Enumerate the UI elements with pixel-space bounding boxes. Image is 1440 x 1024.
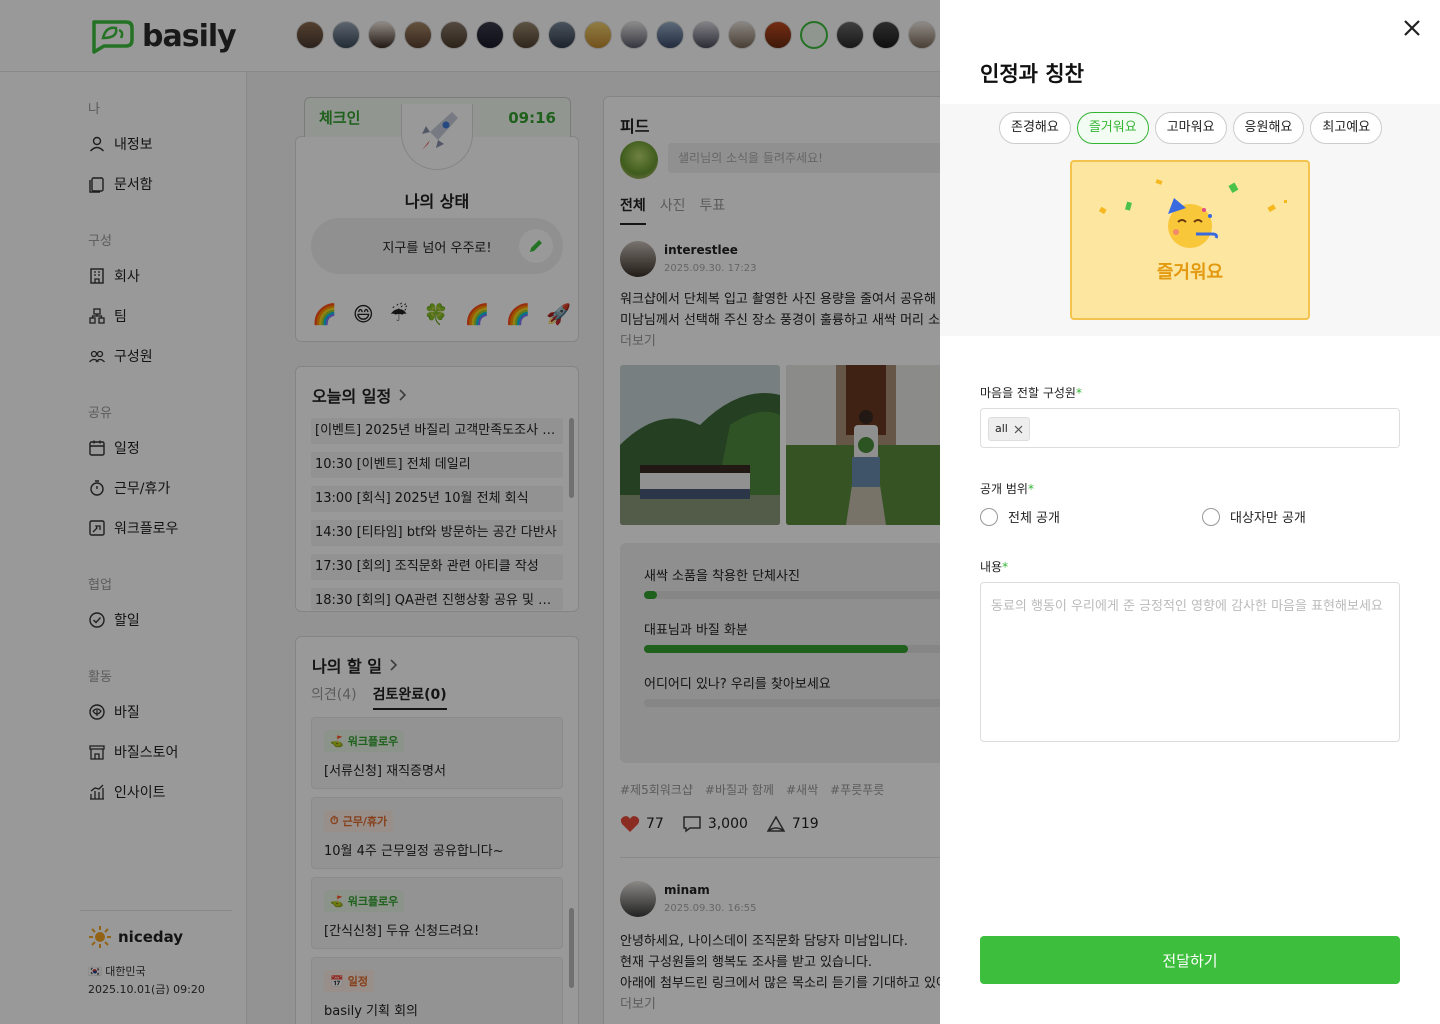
required-mark: * (1002, 560, 1009, 574)
praise-card-preview: 즐거워요 (1070, 160, 1310, 320)
party-face-icon (1098, 179, 1287, 248)
remove-tag-icon[interactable] (1014, 425, 1023, 434)
praise-card-label: 즐거워요 (1156, 262, 1224, 283)
chip-thanks[interactable]: 고마워요 (1154, 112, 1227, 144)
praise-drawer: 인정과 칭찬 존경해요 즐거워요 고마워요 응원해요 최고예요 즐거워요 마음을… (940, 0, 1440, 1024)
scope-option-recipients[interactable]: 대상자만 공개 (1202, 507, 1306, 526)
radio-button[interactable] (1202, 507, 1220, 526)
chip-best[interactable]: 최고예요 (1310, 112, 1383, 144)
content-textarea[interactable] (980, 582, 1400, 742)
radio-button[interactable] (980, 507, 998, 526)
scope-label-text: 공개 범위 (980, 482, 1028, 496)
member-select[interactable]: all (980, 408, 1400, 448)
scope-option-public[interactable]: 전체 공개 (980, 507, 1060, 526)
close-button[interactable] (1400, 16, 1424, 40)
radio-label: 전체 공개 (1008, 511, 1060, 526)
modal-backdrop[interactable] (0, 0, 940, 1024)
member-tag: all (988, 417, 1030, 441)
required-mark: * (1027, 482, 1034, 496)
chip-respect[interactable]: 존경해요 (999, 112, 1071, 144)
radio-label: 대상자만 공개 (1230, 511, 1306, 526)
chip-cheer[interactable]: 응원해요 (1232, 112, 1305, 144)
member-label-text: 마음을 전할 구성원 (980, 386, 1076, 400)
content-label-text: 내용 (980, 560, 1003, 574)
drawer-title: 인정과 칭찬 (980, 62, 1084, 86)
member-tag-label: all (995, 422, 1008, 435)
required-mark: * (1075, 386, 1082, 400)
praise-type-chips: 존경해요 즐거워요 고마워요 응원해요 최고예요 (999, 112, 1383, 144)
member-field-label: 마음을 전할 구성원* (980, 384, 1082, 401)
content-field-label: 내용* (980, 558, 1008, 575)
scope-field-label: 공개 범위* (980, 480, 1034, 497)
chip-fun[interactable]: 즐거워요 (1076, 112, 1149, 144)
praise-type-section: 존경해요 즐거워요 고마워요 응원해요 최고예요 즐거워요 (940, 104, 1440, 336)
send-button[interactable]: 전달하기 (980, 936, 1400, 984)
close-icon (1404, 20, 1420, 36)
